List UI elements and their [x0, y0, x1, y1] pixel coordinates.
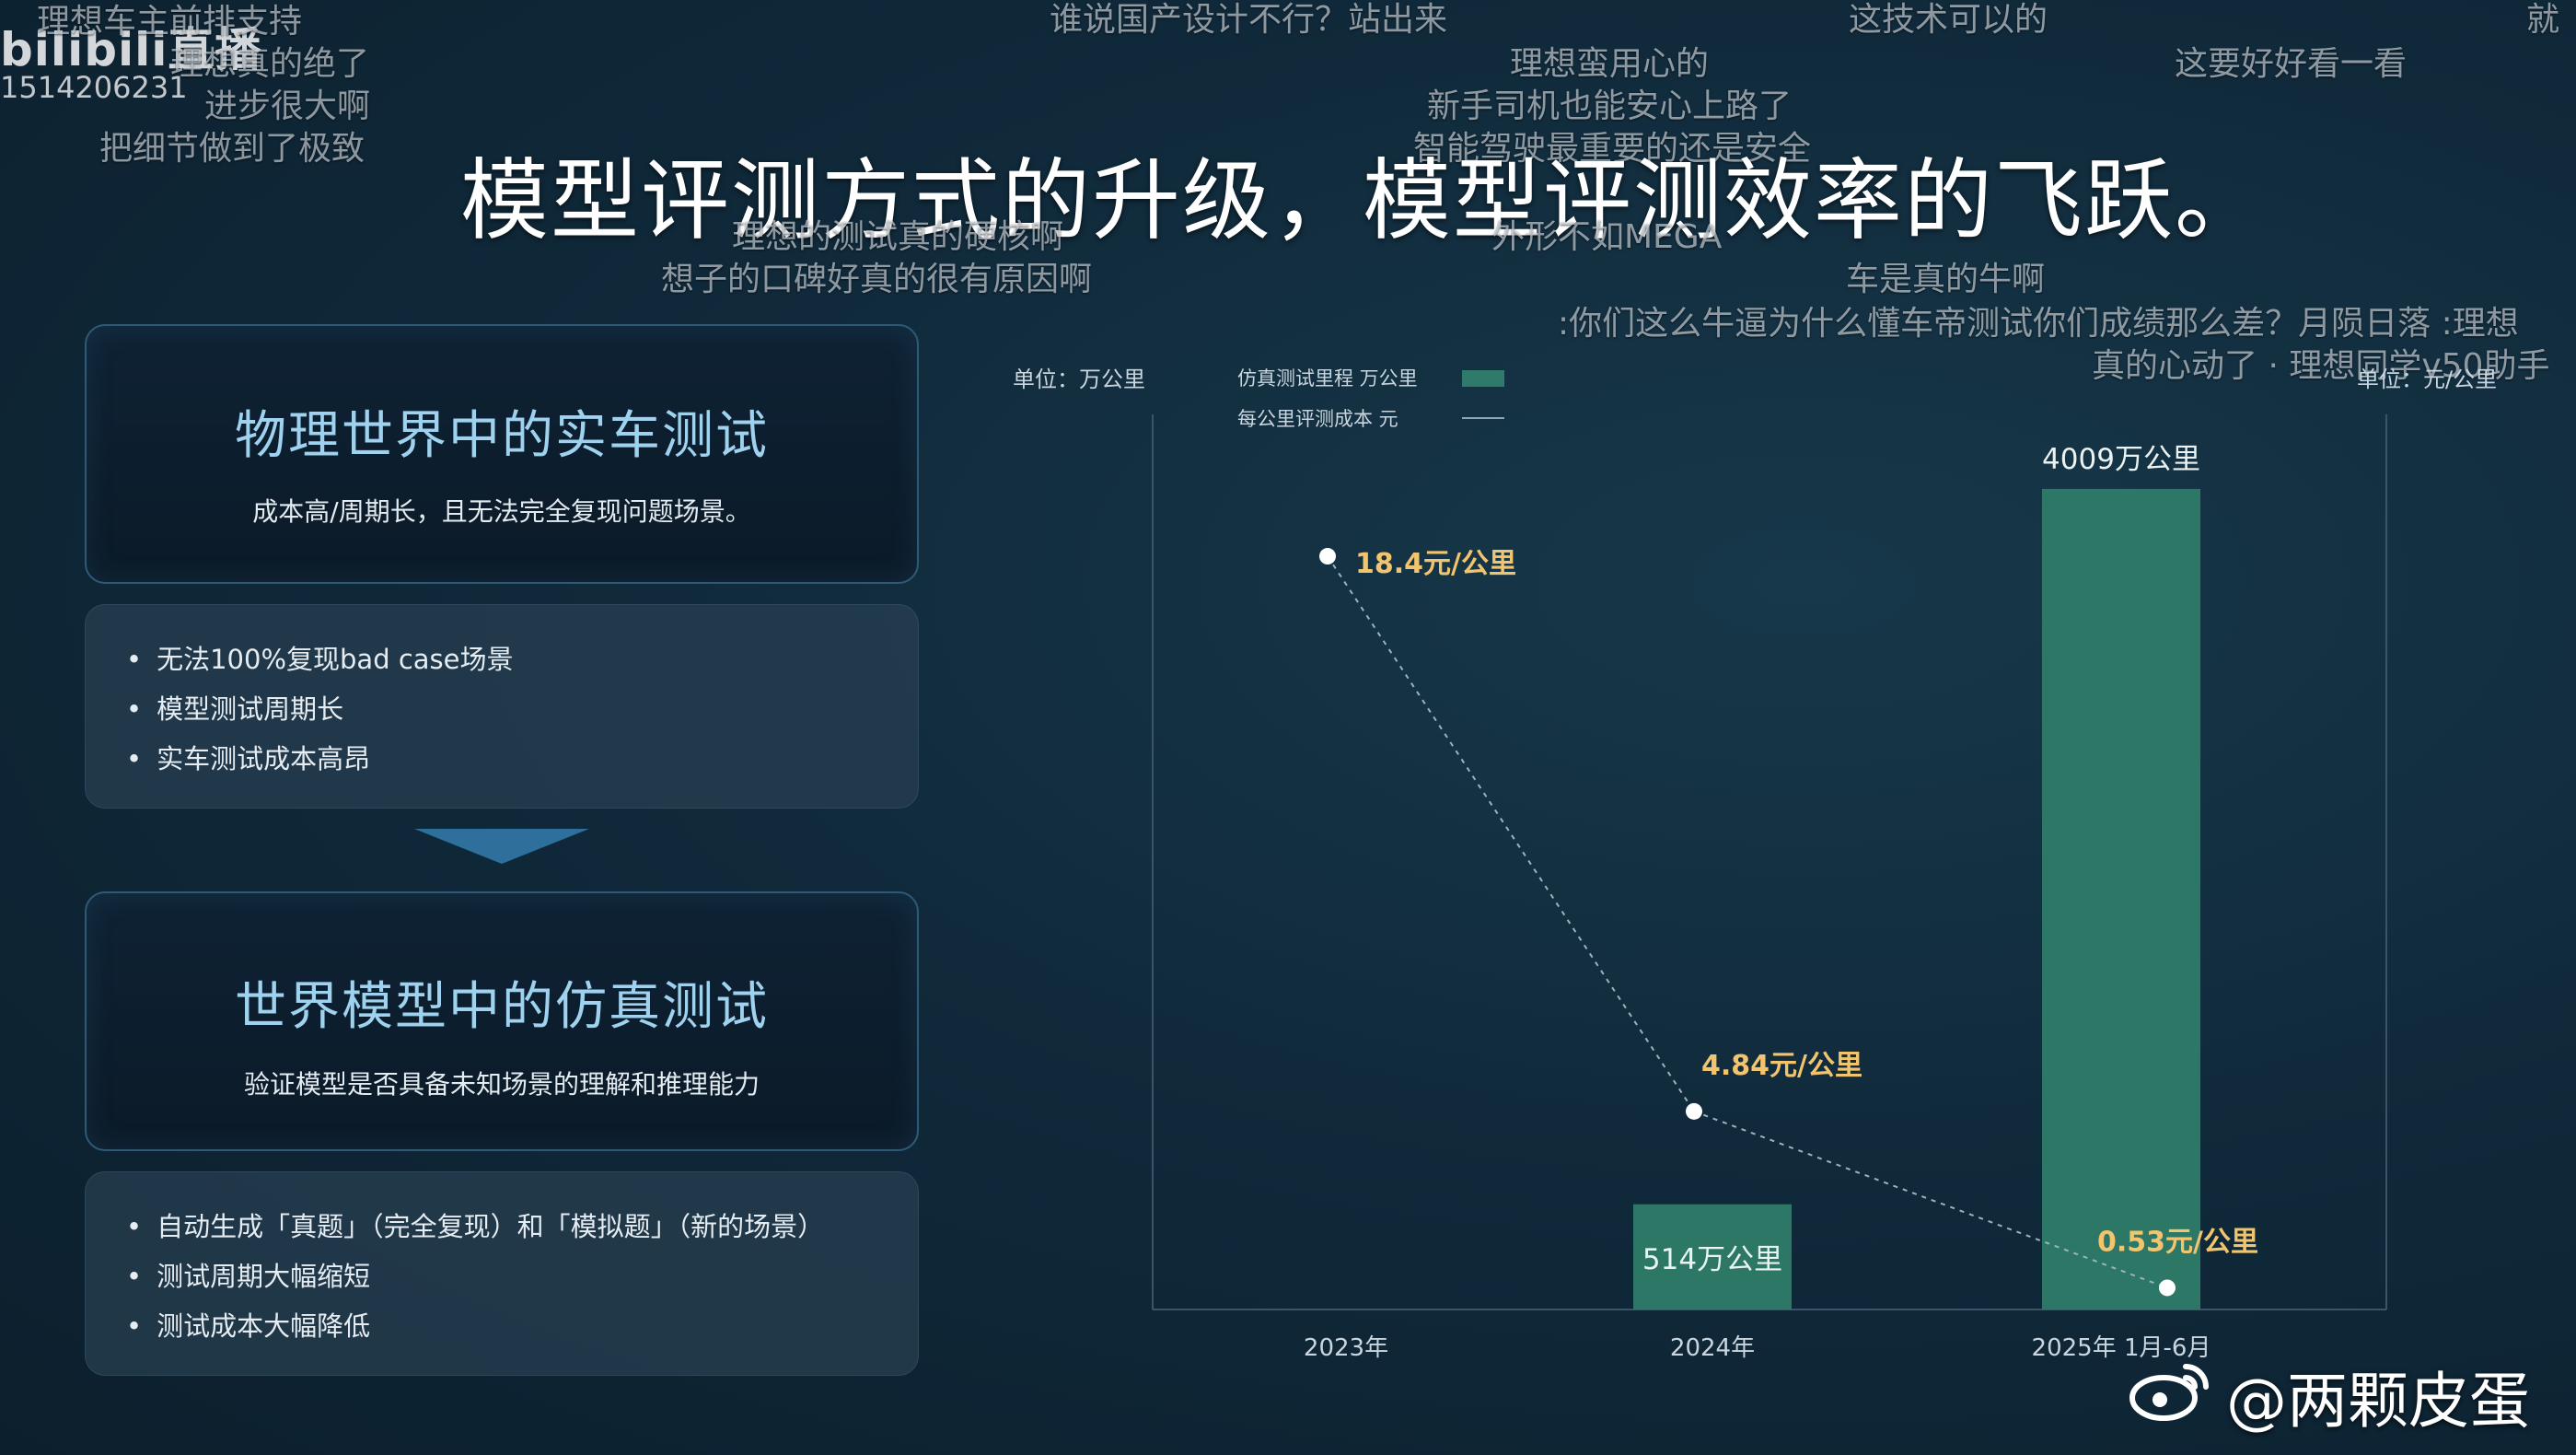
real-car-test-card: 物理世界中的实车测试 成本高/周期长，且无法完全复现问题场景。	[85, 324, 919, 584]
danmaku-comment: 理想蛮用心的	[1510, 45, 1710, 83]
simulation-benefits-list: 自动生成「真题」（完全复现）和「模拟题」（新的场景） 测试周期大幅缩短 测试成本…	[85, 1171, 919, 1376]
cost-point	[2159, 1279, 2176, 1297]
card-title: 世界模型中的仿真测试	[235, 977, 769, 1037]
x-tick-label: 2024年	[1670, 1334, 1755, 1362]
danmaku-comment: 理想的测试真的硬核啊	[732, 218, 1064, 256]
danmaku-comment: 车是真的牛啊	[1846, 261, 2046, 298]
cost-data-label: 18.4元/公里	[1355, 548, 1516, 580]
legend-label-line: 每公里评测成本 元	[1237, 408, 1398, 430]
danmaku-comment: 这技术可以的	[1849, 1, 2048, 39]
weibo-icon	[2129, 1364, 2209, 1421]
list-item: 实车测试成本高昂	[126, 734, 918, 784]
danmaku-comment: 把细节做到了极致	[99, 130, 366, 168]
danmaku-comment: :你们这么牛逼为什么懂车帝测试你们成绩那么差？月陨日落 :理想	[1558, 305, 2519, 343]
room-id: 1514206231	[0, 70, 188, 105]
danmaku-comment: 想子的口碑好真的很有原因啊	[661, 261, 1093, 298]
list-item: 无法100%复现bad case场景	[126, 634, 918, 684]
list-item: 测试成本大幅降低	[126, 1301, 918, 1351]
list-item: 模型测试周期长	[126, 684, 918, 734]
x-tick-label: 2023年	[1304, 1334, 1388, 1362]
slide-title: 模型评测方式的升级，模型评测效率的飞跃。	[460, 149, 2265, 252]
list-item: 测试周期大幅缩短	[126, 1251, 918, 1301]
card-title: 物理世界中的实车测试	[235, 406, 769, 466]
danmaku-comment: 新手司机也能安心上路了	[1427, 87, 1793, 125]
card-subtitle: 成本高/周期长，且无法完全复现问题场景。	[252, 496, 751, 527]
bar-data-label: 514万公里	[1642, 1243, 1782, 1276]
cost-line-segment	[1327, 555, 1695, 1112]
legend-swatch-bar	[1462, 370, 1504, 387]
down-arrow-icon	[414, 829, 589, 864]
cost-point	[1686, 1102, 1702, 1120]
right-axis-unit: 单位：元/公里	[2357, 367, 2497, 392]
video-frame: bilibili直播 1514206231 理想车主前排支持 理想真的绝了 进步…	[0, 0, 2576, 1455]
bar-data-label: 4009万公里	[2042, 443, 2200, 476]
real-car-issues-list: 无法100%复现bad case场景 模型测试周期长 实车测试成本高昂	[85, 604, 919, 809]
cost-data-label: 0.53元/公里	[2097, 1226, 2258, 1258]
danmaku-comment: 进步很大啊	[204, 87, 371, 125]
card-subtitle: 验证模型是否具备未知场景的理解和推理能力	[243, 1069, 760, 1100]
left-axis-unit: 单位：万公里	[1013, 367, 1145, 392]
weibo-watermark: @两颗皮蛋	[2226, 1366, 2530, 1437]
mileage-cost-chart: 单位：万公里 单位：元/公里 仿真测试里程 万公里每公里评测成本 元 2023年 202…	[1013, 367, 2497, 1362]
danmaku-comment: 这要好好看一看	[2175, 45, 2408, 83]
legend-label-bar: 仿真测试里程 万公里	[1237, 367, 1418, 390]
cost-data-label: 4.84元/公里	[1701, 1050, 1862, 1082]
bar-mileage	[2042, 488, 2200, 1310]
simulation-test-card: 世界模型中的仿真测试 验证模型是否具备未知场景的理解和推理能力	[85, 891, 919, 1151]
danmaku-comment: 理想真的绝了	[170, 45, 370, 83]
list-item: 自动生成「真题」（完全复现）和「模拟题」（新的场景）	[126, 1202, 918, 1251]
danmaku-comment: 谁说国产设计不行？站出来	[1050, 1, 1448, 39]
cost-point	[1319, 548, 1336, 565]
danmaku-comment: 就	[2526, 1, 2560, 39]
danmaku-comment: 外形不如MEGA	[1491, 218, 1723, 256]
